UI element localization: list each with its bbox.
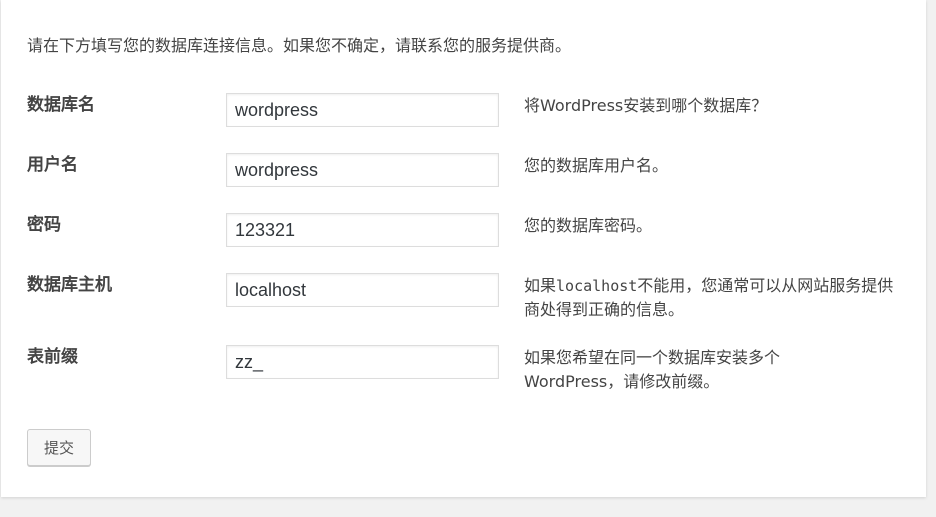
dbname-label: 数据库名 [27, 95, 95, 115]
username-input[interactable] [226, 153, 499, 187]
dbname-description: 将WordPress安装到哪个数据库？ [524, 96, 768, 115]
password-input[interactable] [226, 213, 499, 247]
submit-button[interactable]: 提交 [27, 429, 91, 466]
setup-panel: 请在下方填写您的数据库连接信息。如果您不确定，请联系您的服务提供商。 数据库名 … [1, 0, 926, 497]
dbhost-description: 如果localhost不能用，您通常可以从网站服务提供商处得到正确的信息。 [524, 274, 904, 322]
intro-text: 请在下方填写您的数据库连接信息。如果您不确定，请联系您的服务提供商。 [27, 36, 572, 55]
prefix-description-line1: 如果您希望在同一个数据库安装多个 [524, 348, 781, 367]
prefix-input[interactable] [226, 345, 499, 379]
prefix-description: 如果您希望在同一个数据库安装多个 WordPress，请修改前缀。 [524, 346, 904, 394]
prefix-label: 表前缀 [27, 347, 78, 367]
password-label: 密码 [27, 215, 61, 235]
username-description: 您的数据库用户名。 [524, 156, 669, 175]
username-label: 用户名 [27, 155, 78, 175]
dbhost-description-prefix: 如果 [524, 276, 557, 295]
prefix-description-line2: WordPress，请修改前缀。 [524, 372, 720, 391]
password-description: 您的数据库密码。 [524, 216, 653, 235]
dbhost-input[interactable] [226, 273, 499, 307]
dbhost-description-code: localhost [556, 277, 638, 295]
dbname-input[interactable] [226, 93, 499, 127]
dbhost-label: 数据库主机 [27, 275, 112, 295]
